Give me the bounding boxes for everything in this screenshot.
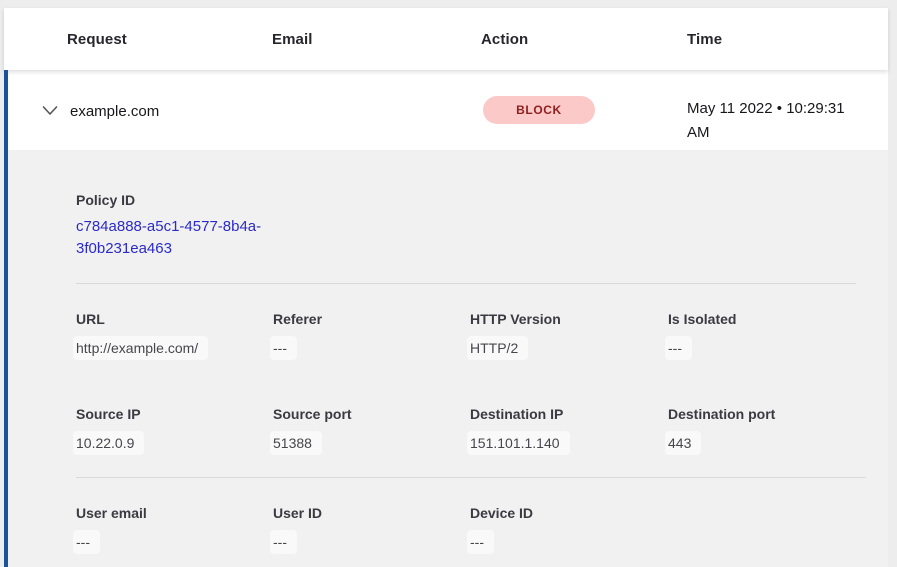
field-value: ---	[270, 336, 297, 360]
detail-field: User email ---	[76, 505, 266, 554]
field-label: Source IP	[76, 406, 266, 423]
field-value: ---	[73, 530, 100, 554]
time-cell: May 11 2022 • 10:29:31 AM	[687, 97, 869, 145]
action-block-badge: BLOCK	[483, 96, 595, 124]
field-label: URL	[76, 311, 266, 328]
field-label: Device ID	[470, 505, 660, 522]
field-value: 443	[665, 431, 701, 455]
detail-field: Source IP 10.22.0.9	[76, 406, 266, 455]
selected-row-accent-bar	[4, 70, 8, 567]
field-label: Referer	[273, 311, 463, 328]
detail-field: Destination IP 151.101.1.140	[470, 406, 660, 455]
field-value: ---	[467, 530, 494, 554]
detail-field: Destination port 443	[668, 406, 858, 455]
detail-field: Device ID ---	[470, 505, 660, 554]
column-header-email: Email	[272, 31, 313, 48]
column-header-request: Request	[67, 31, 127, 48]
policy-id-label: Policy ID	[76, 192, 135, 209]
field-value: 151.101.1.140	[467, 431, 570, 455]
detail-field: Source port 51388	[273, 406, 463, 455]
field-value: 10.22.0.9	[73, 431, 144, 455]
table-row[interactable]: example.com BLOCK May 11 2022 • 10:29:31…	[4, 70, 888, 150]
field-label: User ID	[273, 505, 463, 522]
chevron-down-icon[interactable]	[42, 104, 58, 116]
request-cell: example.com	[70, 102, 159, 121]
expanded-row-details: Policy ID c784a888-a5c1-4577-8b4a-3f0b23…	[4, 150, 888, 567]
detail-field: Is Isolated ---	[668, 311, 858, 360]
column-header-action: Action	[481, 31, 528, 48]
field-label: User email	[76, 505, 266, 522]
detail-field: HTTP Version HTTP/2	[470, 311, 660, 360]
field-label: Source port	[273, 406, 463, 423]
field-value: 51388	[270, 431, 322, 455]
policy-id-link[interactable]: c784a888-a5c1-4577-8b4a-3f0b231ea463	[76, 216, 288, 260]
section-divider	[76, 283, 856, 284]
field-label: Destination port	[668, 406, 858, 423]
section-divider	[76, 477, 866, 478]
detail-field: User ID ---	[273, 505, 463, 554]
field-value: http://example.com/	[73, 336, 208, 360]
table-header: Request Email Action Time	[4, 8, 888, 70]
gateway-logs-page: { "table": { "columns": ["Request", "Ema…	[0, 0, 897, 567]
field-label: Is Isolated	[668, 311, 858, 328]
field-value: HTTP/2	[467, 336, 528, 360]
detail-field: Referer ---	[273, 311, 463, 360]
field-value: ---	[665, 336, 692, 360]
detail-field: URL http://example.com/	[76, 311, 266, 360]
column-header-time: Time	[687, 31, 722, 48]
log-table-card: Request Email Action Time example.com BL…	[4, 8, 888, 567]
field-label: Destination IP	[470, 406, 660, 423]
field-value: ---	[270, 530, 297, 554]
field-label: HTTP Version	[470, 311, 660, 328]
